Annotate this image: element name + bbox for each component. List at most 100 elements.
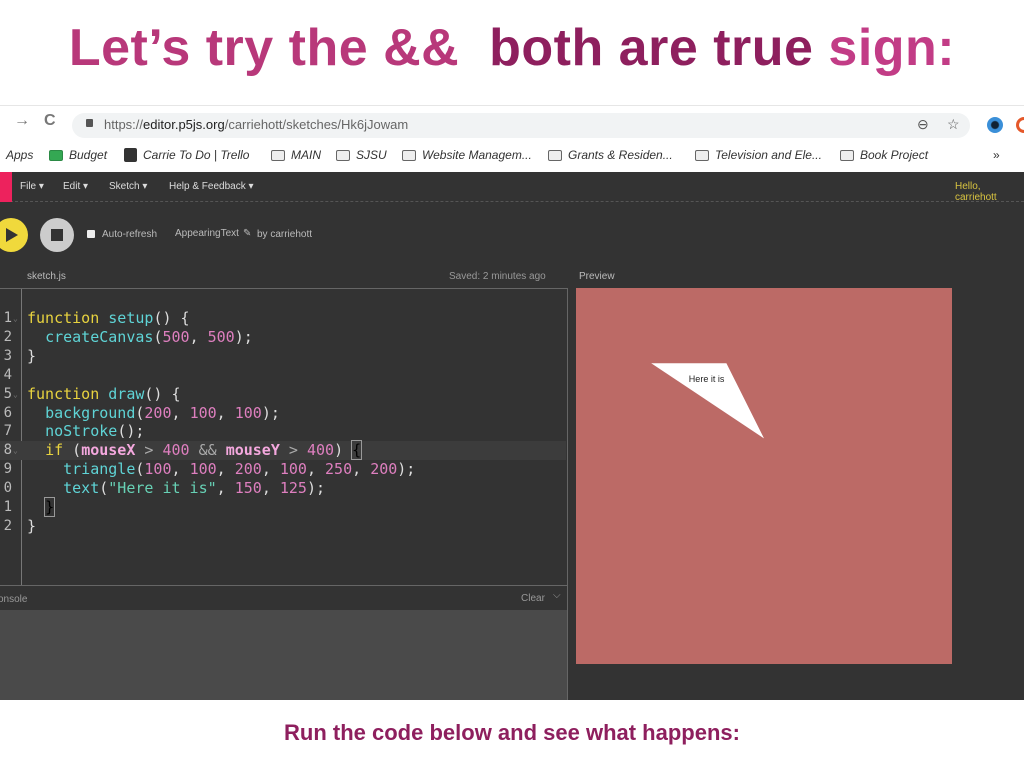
menu-help[interactable]: Help & Feedback ▾	[169, 181, 254, 192]
code-token: 100	[189, 403, 217, 422]
bookmark-label: Carrie To Do | Trello	[143, 148, 250, 162]
code-token: draw	[108, 384, 145, 403]
browser-chrome: → C https://editor.p5js.org/carriehott/s…	[0, 105, 1024, 172]
bookmark-folder[interactable]: MAIN	[271, 148, 321, 162]
code-token: {	[351, 440, 363, 461]
menu-bar: File ▾ Edit ▾ Sketch ▾ Help & Feedback ▾…	[0, 172, 1024, 203]
url-host: editor.p5js.org	[143, 117, 225, 132]
title-part-2: both are true	[489, 19, 814, 77]
code-token: text	[63, 479, 100, 498]
menu-edit[interactable]: Edit ▾	[63, 181, 88, 192]
bookmark-label: Book Project	[860, 148, 929, 162]
play-button[interactable]	[0, 218, 28, 252]
code-token: 500	[207, 327, 235, 346]
code-text: }	[27, 497, 56, 517]
console-label: onsole	[0, 594, 28, 605]
bookmark-label: Budget	[69, 148, 108, 162]
bookmarks-more-button[interactable]: »	[993, 148, 1000, 162]
bookmark-folder[interactable]: Grants & Residen...	[548, 148, 673, 162]
fold-icon[interactable]: ⌄	[13, 385, 18, 404]
code-token: );	[397, 460, 416, 479]
code-line[interactable]: 7 noStroke();	[0, 422, 566, 441]
code-token: (	[63, 441, 82, 460]
extension-icon-2[interactable]	[1016, 117, 1024, 133]
file-tab[interactable]: sketch.js	[27, 271, 66, 282]
code-token: ,	[216, 403, 235, 422]
chevron-down-icon[interactable]: ⌵	[553, 590, 561, 601]
code-token: ,	[171, 460, 190, 479]
fold-icon[interactable]: ⌄	[13, 309, 18, 328]
code-token: setup	[108, 309, 154, 327]
title-part-3: sign:	[828, 19, 956, 77]
code-line[interactable]: 8 ⌄ if (mouseX > 400 && mouseY > 400) {	[0, 440, 566, 461]
code-line[interactable]: 3}	[0, 347, 566, 366]
forward-button[interactable]: →	[14, 112, 30, 130]
bookmark-label: SJSU	[356, 148, 387, 162]
line-number: 9	[3, 461, 12, 478]
preview-canvas[interactable]: Here it is	[576, 288, 952, 664]
line-number: 8	[3, 442, 12, 459]
code-editor[interactable]: 1 ⌄ function setup() {2 createCanvas(500, …	[0, 288, 568, 586]
stop-button[interactable]	[40, 218, 74, 252]
code-token: 250	[325, 460, 353, 479]
star-icon[interactable]: ☆	[947, 116, 960, 133]
line-number: 1	[3, 310, 12, 326]
saved-status: Saved: 2 minutes ago	[449, 271, 546, 282]
bookmark-apps[interactable]: Apps	[6, 148, 33, 162]
fold-icon[interactable]: ⌄	[13, 441, 18, 460]
code-line[interactable]: 2 createCanvas(500, 500);	[0, 328, 566, 347]
code-line[interactable]: 0 text("Here it is", 150, 125);	[0, 479, 566, 498]
code-token: ,	[306, 460, 326, 479]
code-text: function draw() {	[27, 385, 181, 404]
code-token: () {	[144, 384, 181, 403]
lock-icon	[86, 119, 93, 127]
code-token: ,	[171, 403, 190, 422]
extension-icon[interactable]	[987, 117, 1003, 133]
code-token: 100	[144, 460, 172, 479]
code-token: function	[27, 384, 109, 403]
user-greeting[interactable]: Hello, carriehott	[955, 181, 1024, 203]
reload-button[interactable]: C	[44, 112, 56, 130]
code-text: background(200, 100, 100);	[27, 404, 280, 423]
code-line[interactable]: 5 ⌄ function draw() {	[0, 385, 566, 404]
bookmark-trello[interactable]: Carrie To Do | Trello	[124, 148, 249, 162]
code-token: );	[306, 479, 326, 498]
title-part-1: Let’s try the &&	[68, 19, 460, 77]
slide-title: Let’s try the && both are true sign:	[0, 18, 1024, 78]
code-token: ,	[261, 479, 280, 498]
code-token: ,	[352, 460, 371, 479]
code-token: "Here it is"	[108, 479, 217, 498]
menu-file[interactable]: File ▾	[20, 181, 44, 192]
code-line[interactable]: 1 ⌄ function setup() {	[0, 309, 566, 328]
code-token: }	[44, 497, 56, 517]
folder-icon	[840, 149, 854, 161]
folder-icon	[271, 149, 285, 161]
code-line[interactable]: 9 triangle(100, 100, 200, 100, 250, 200)…	[0, 460, 566, 479]
bookmark-folder[interactable]: Television and Ele...	[695, 148, 822, 162]
auto-refresh-checkbox[interactable]	[87, 230, 95, 238]
pencil-icon[interactable]: ✎	[243, 228, 251, 239]
zoom-icon[interactable]: ⊖	[917, 116, 929, 133]
folder-icon	[336, 149, 350, 161]
menu-sketch[interactable]: Sketch ▾	[109, 181, 147, 192]
p5-logo	[0, 172, 12, 202]
code-line[interactable]: 6 background(200, 100, 100);	[0, 404, 566, 423]
code-line[interactable]: 2}	[0, 517, 566, 536]
bookmark-folder[interactable]: Website Managem...	[402, 148, 532, 162]
code-line[interactable]: 1 }	[0, 497, 566, 517]
code-token: >	[279, 441, 307, 460]
console-clear-button[interactable]: Clear	[521, 593, 545, 604]
code-line[interactable]: 4	[0, 366, 566, 385]
code-text: if (mouseX > 400 && mouseY > 400) {	[27, 440, 363, 461]
sketch-name[interactable]: AppearingText	[175, 228, 239, 239]
bookmark-folder[interactable]: SJSU	[336, 148, 387, 162]
code-token: if	[45, 441, 64, 460]
address-bar[interactable]: https://editor.p5js.org/carriehott/sketc…	[72, 113, 970, 138]
folder-icon	[548, 149, 562, 161]
bookmark-folder[interactable]: Book Project	[840, 148, 928, 162]
sketch-author: by carriehott	[257, 229, 313, 240]
bookmark-budget[interactable]: Budget	[49, 148, 107, 162]
code-token: 200	[370, 460, 398, 479]
